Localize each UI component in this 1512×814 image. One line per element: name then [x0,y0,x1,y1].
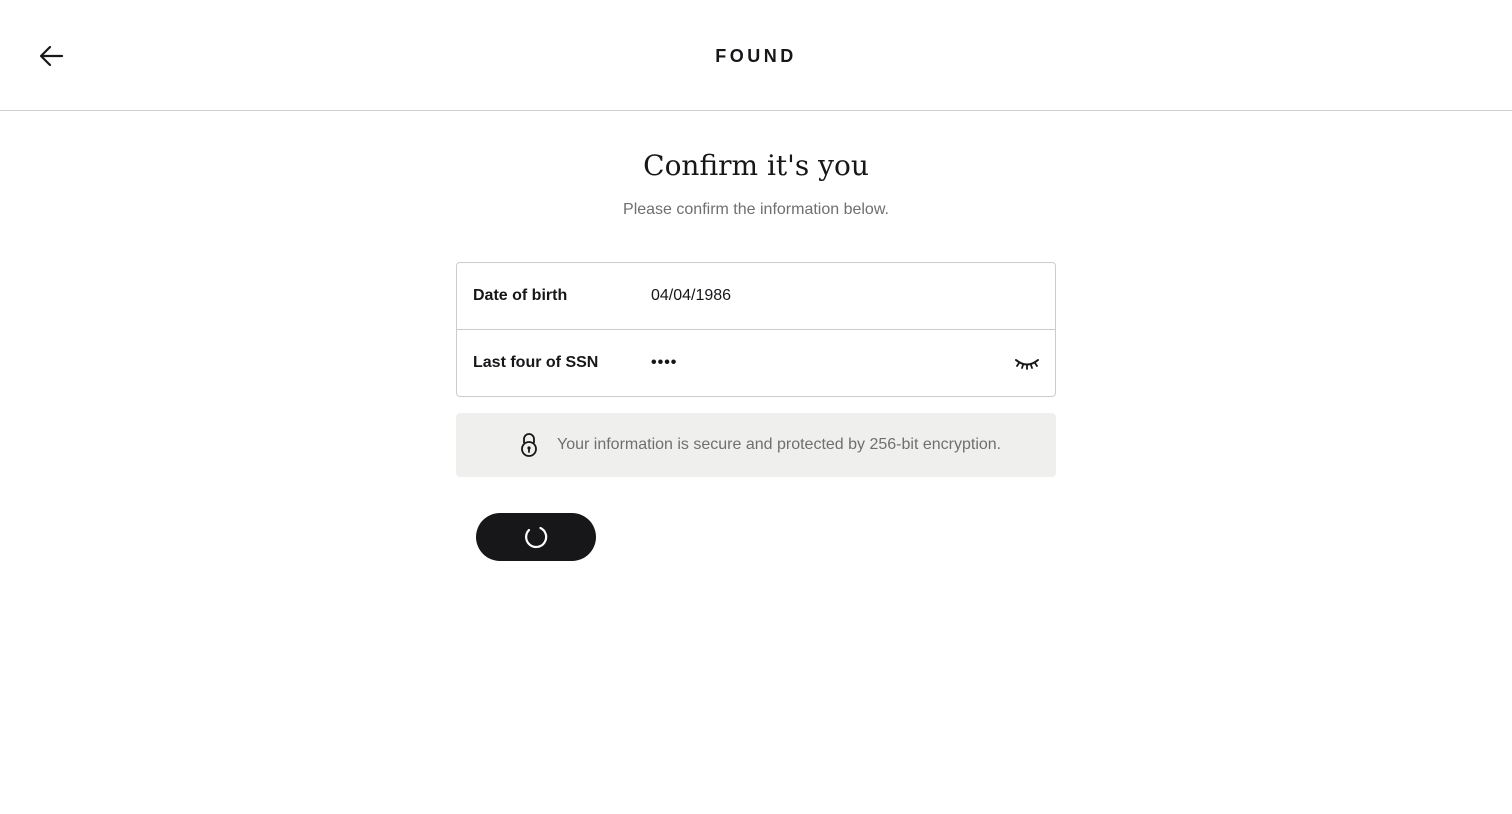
ssn-label: Last four of SSN [473,354,599,371]
security-note: Your information is secure and protected… [456,413,1056,477]
ssn-visibility-toggle[interactable] [1013,352,1041,374]
page-title: Confirm it's you [643,149,869,182]
brand-logo: FOUND [715,46,797,66]
confirm-form: Date of birth Last four of SSN •••• [456,262,1056,397]
eye-closed-icon [1015,359,1039,370]
page-subtitle: Please confirm the information below. [623,201,889,218]
submit-button[interactable] [476,513,596,561]
lock-icon [521,433,537,457]
ssn-input[interactable]: •••• [651,352,677,374]
ssn-row: Last four of SSN •••• [457,330,1055,396]
dob-input[interactable] [647,279,987,313]
top-bar: FOUND [0,0,1512,111]
spinner-icon [525,526,548,549]
security-note-text: Your information is secure and protected… [557,436,1002,453]
dob-label: Date of birth [473,287,568,304]
dob-row: Date of birth [457,263,1055,330]
